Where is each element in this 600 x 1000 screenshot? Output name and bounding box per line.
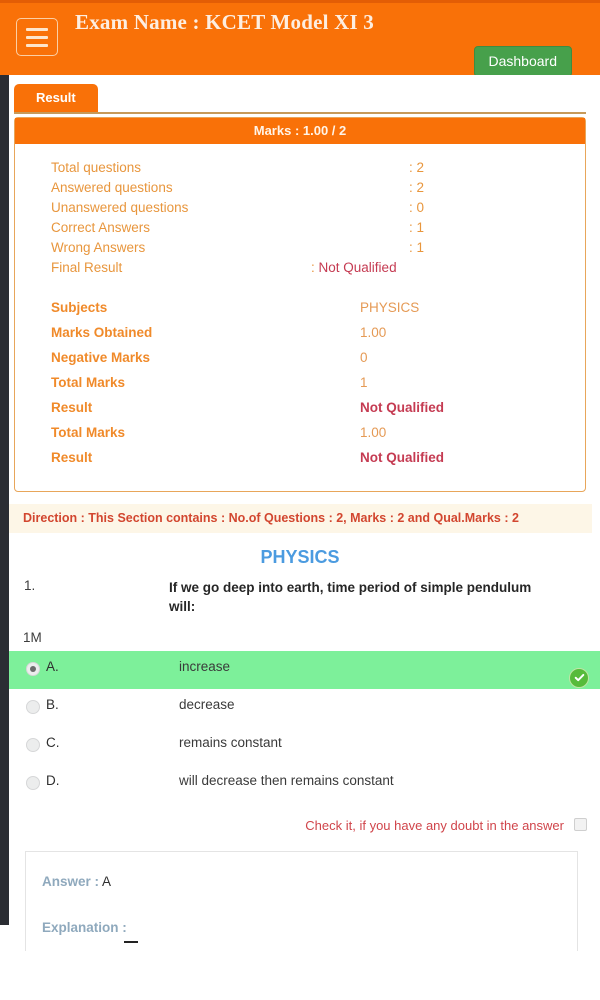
radio-option-c[interactable] xyxy=(26,737,40,752)
summary-label: Final Result xyxy=(51,260,123,275)
summary-row-final-result: Final Result : Not Qualified xyxy=(15,260,585,280)
option-row-c[interactable]: C. remains constant xyxy=(9,727,600,765)
summary-label: Total questions xyxy=(51,160,142,175)
result-card: Marks : 1.00 / 2 Total questions : 2 Ans… xyxy=(14,117,586,492)
option-letter: B. xyxy=(46,696,59,712)
question-number: 1. xyxy=(24,577,36,593)
detail-label: Subjects xyxy=(51,300,108,315)
options-list: A. increase B. decrease C. remains const… xyxy=(9,650,600,803)
summary-value: : 2 xyxy=(409,180,425,195)
detail-row: Result Not Qualified xyxy=(15,400,585,425)
tab-result[interactable]: Result xyxy=(14,84,98,112)
option-row-b[interactable]: B. decrease xyxy=(9,689,600,727)
summary-label: Answered questions xyxy=(51,180,173,195)
dashboard-button[interactable]: Dashboard xyxy=(473,46,572,75)
doubt-checkbox[interactable] xyxy=(574,817,587,831)
summary-value: : 0 xyxy=(409,200,425,215)
check-circle-icon xyxy=(569,667,589,688)
detail-label: Result xyxy=(51,450,93,465)
tab-strip: Result xyxy=(0,75,600,117)
question-line: 1. If we go deep into earth, time period… xyxy=(9,578,600,622)
explanation-label: Explanation : xyxy=(42,919,127,935)
summary-row: Total questions : 2 xyxy=(15,160,585,180)
option-text: remains constant xyxy=(179,734,282,750)
detail-label: Marks Obtained xyxy=(51,325,153,340)
detail-row: Result Not Qualified xyxy=(15,450,585,475)
option-row-d[interactable]: D. will decrease then remains constant xyxy=(9,765,600,803)
summary-label: Correct Answers xyxy=(51,220,151,235)
detail-row: Total Marks 1 xyxy=(15,375,585,400)
hamburger-menu-icon[interactable] xyxy=(16,18,58,56)
summary-label: Unanswered questions xyxy=(51,200,189,215)
section-subject-title: PHYSICS xyxy=(260,546,340,567)
left-sidebar-rail xyxy=(0,75,9,925)
answer-explanation-box: Answer : A Explanation : xyxy=(25,850,578,951)
detail-label: Result xyxy=(51,400,93,415)
doubt-row: Check it, if you have any doubt in the a… xyxy=(9,813,600,843)
detail-value-result: Not Qualified xyxy=(360,400,444,415)
detail-value: 1.00 xyxy=(360,325,387,340)
explanation-fraction-bar xyxy=(124,940,138,943)
tab-underline xyxy=(14,112,586,114)
answer-line: Answer : A xyxy=(42,874,577,889)
detail-row: Total Marks 1.00 xyxy=(15,425,585,450)
detail-value: PHYSICS xyxy=(360,300,420,315)
detail-value-result: Not Qualified xyxy=(360,450,444,465)
hamburger-bar xyxy=(26,27,48,31)
option-letter: C. xyxy=(46,734,60,750)
summary-row: Correct Answers : 1 xyxy=(15,220,585,240)
summary-row: Wrong Answers : 1 xyxy=(15,240,585,260)
radio-option-a[interactable] xyxy=(26,661,40,676)
option-letter: D. xyxy=(46,772,60,788)
detail-row: Negative Marks 0 xyxy=(15,350,585,375)
subject-detail-table: Subjects PHYSICS Marks Obtained 1.00 Neg… xyxy=(15,286,585,491)
doubt-label: Check it, if you have any doubt in the a… xyxy=(305,817,564,833)
top-header-bar: Exam Name : KCET Model XI 3 Dashboard xyxy=(0,0,600,75)
question-block: 1. If we go deep into earth, time period… xyxy=(0,578,600,843)
detail-row: Subjects PHYSICS xyxy=(15,300,585,325)
answer-value: A xyxy=(102,873,112,889)
answer-key-label: Answer : xyxy=(42,873,100,889)
detail-label: Negative Marks xyxy=(51,350,151,365)
option-row-a[interactable]: A. increase xyxy=(9,650,600,689)
radio-option-b[interactable] xyxy=(26,699,40,714)
option-text: will decrease then remains constant xyxy=(179,772,394,788)
detail-label: Total Marks xyxy=(51,375,126,390)
summary-row: Unanswered questions : 0 xyxy=(15,200,585,220)
detail-row: Marks Obtained 1.00 xyxy=(15,325,585,350)
summary-value: : 2 xyxy=(409,160,425,175)
question-marks: 1M xyxy=(23,629,42,645)
option-text: increase xyxy=(179,658,231,674)
option-text: decrease xyxy=(179,696,235,712)
summary-value: : 1 xyxy=(409,240,425,255)
summary-value: : 1 xyxy=(409,220,425,235)
summary-label: Wrong Answers xyxy=(51,240,146,255)
direction-banner: Direction : This Section contains : No.o… xyxy=(9,504,592,533)
option-letter: A. xyxy=(46,658,59,674)
detail-value: 0 xyxy=(360,350,368,365)
explanation-line: Explanation : xyxy=(42,919,577,937)
result-summary-table: Total questions : 2 Answered questions :… xyxy=(15,144,585,286)
summary-row: Answered questions : 2 xyxy=(15,180,585,200)
question-text: If we go deep into earth, time period of… xyxy=(169,579,532,614)
hamburger-bar xyxy=(26,35,48,39)
exam-result-page: Exam Name : KCET Model XI 3 Dashboard Re… xyxy=(0,0,600,1000)
detail-label: Total Marks xyxy=(51,425,126,440)
radio-option-d[interactable] xyxy=(26,775,40,790)
detail-value: 1 xyxy=(360,375,368,390)
exam-title: Exam Name : KCET Model XI 3 xyxy=(75,10,374,34)
detail-value: 1.00 xyxy=(360,425,387,440)
summary-value-final: : Not Qualified xyxy=(311,260,397,275)
marks-header: Marks : 1.00 / 2 xyxy=(15,118,585,144)
hamburger-bar xyxy=(26,43,48,47)
